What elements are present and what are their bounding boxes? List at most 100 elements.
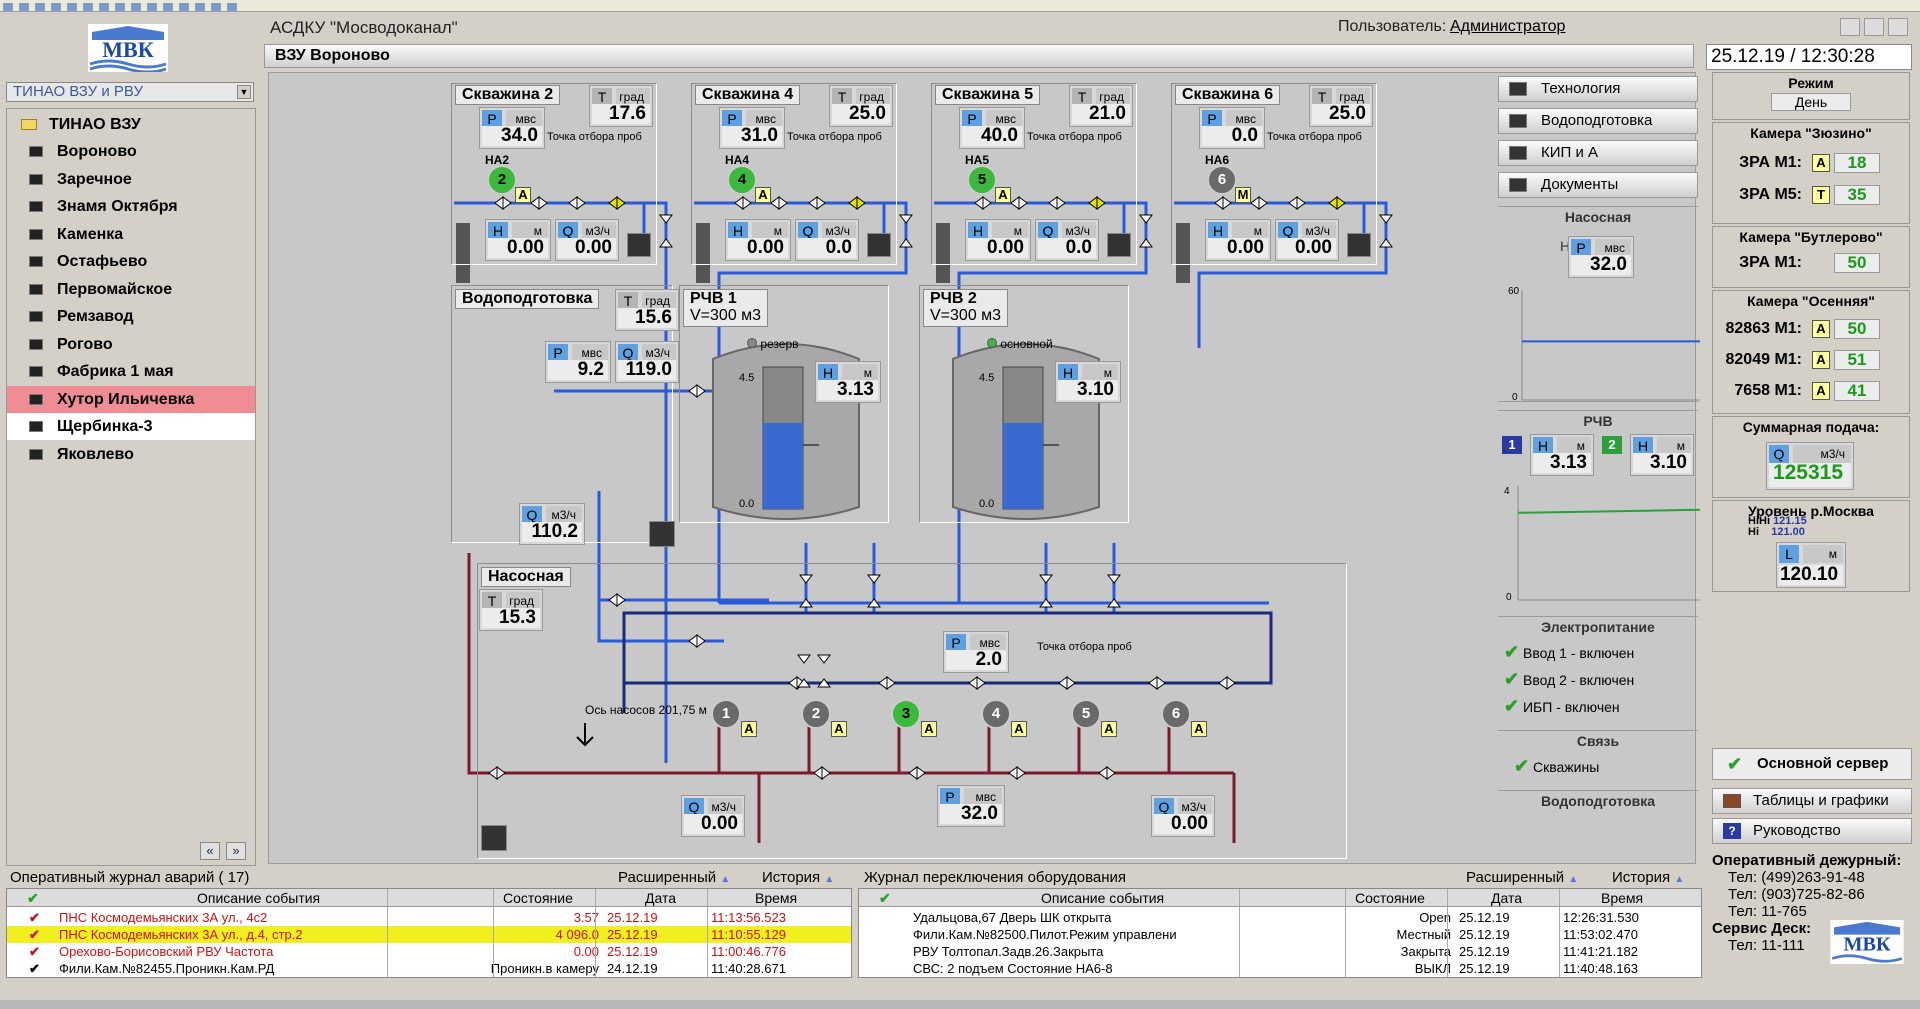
- toolbar-icon[interactable]: [195, 3, 205, 11]
- alarm-row[interactable]: ✔ Фили.Кам.№82455.Проникн.Кам.РД Проникн.в…: [7, 960, 851, 977]
- tank-state-led: [747, 338, 757, 348]
- switch-time: 11:40:48.163: [1563, 961, 1638, 976]
- ps-outlet-pressure: Рмвс 32.0: [937, 785, 1005, 827]
- alarm-row[interactable]: ✔ ПНС Космодемьянских 3А ул., д.4, стр.2 4…: [7, 926, 851, 943]
- switch-row[interactable]: РВУ Толтопал.Задв.26.Закрыта Закрыта 25.12…: [859, 943, 1701, 960]
- mode-value[interactable]: День: [1771, 93, 1851, 111]
- toolbar-icon[interactable]: [19, 3, 29, 11]
- collapse-left-button[interactable]: «: [200, 842, 220, 860]
- user-name-link[interactable]: Администратор: [1450, 18, 1565, 36]
- well-pump[interactable]: 5: [967, 165, 997, 195]
- column-divider: [1559, 889, 1560, 977]
- well-detail-icon[interactable]: [1107, 233, 1131, 257]
- valve-row: 7658 М1: А 41: [1712, 381, 1910, 404]
- toolbar-icon[interactable]: [83, 3, 93, 11]
- tree-item[interactable]: Рогово: [7, 331, 255, 358]
- tree-item[interactable]: Ремзавод: [7, 303, 255, 330]
- switch-journal-extended[interactable]: Расширенный ▲: [1466, 868, 1578, 888]
- maximize-button[interactable]: [1864, 18, 1884, 36]
- station-pump[interactable]: 5: [1071, 699, 1101, 729]
- check-icon: ✔: [1504, 669, 1520, 689]
- station-pump[interactable]: 4: [981, 699, 1011, 729]
- pump-station-title: Насосная: [481, 567, 571, 587]
- well-detail-icon[interactable]: [627, 233, 651, 257]
- switch-journal-history[interactable]: История ▲: [1612, 868, 1684, 888]
- tree-item[interactable]: Заречное: [7, 166, 255, 193]
- alarm-row[interactable]: ✔ Орехово-Борисовский РВУ Частота 0.00 25.1…: [7, 943, 851, 960]
- toolbar-icon[interactable]: [115, 3, 125, 11]
- switch-desc: Удальцова,67 Дверь ШК открыта: [913, 910, 1112, 925]
- tree-item[interactable]: Фабрика 1 мая: [7, 358, 255, 385]
- alarm-journal-extended[interactable]: Расширенный ▲: [618, 868, 730, 888]
- valve-row: ЗРА М5: Т 35: [1712, 185, 1910, 208]
- minimize-button[interactable]: [1840, 18, 1860, 36]
- menu-button[interactable]: КИП и А: [1498, 140, 1698, 166]
- menu-button[interactable]: Документы: [1498, 172, 1698, 198]
- well-detail-icon[interactable]: [1347, 233, 1371, 257]
- toolbar-icon[interactable]: [99, 3, 109, 11]
- tank-level-value: 3.10: [1058, 380, 1118, 400]
- toolbar-icon[interactable]: [211, 3, 221, 11]
- tree-item[interactable]: Щербинка-3: [7, 413, 255, 440]
- tree-item[interactable]: Остафьево: [7, 248, 255, 275]
- well-pump[interactable]: 6: [1207, 165, 1237, 195]
- ps-detail-icon[interactable]: [481, 825, 507, 851]
- valve-name: ЗРА М1:: [1739, 254, 1802, 271]
- alarm-date: 25.12.19: [607, 927, 658, 942]
- alarm-journal-history[interactable]: История ▲: [762, 868, 834, 888]
- station-pump[interactable]: 3: [891, 699, 921, 729]
- toolbar-icon[interactable]: [3, 3, 13, 11]
- toolbar-icon[interactable]: [147, 3, 157, 11]
- well-detail-icon[interactable]: [867, 233, 891, 257]
- monitor-icon: [29, 338, 43, 350]
- tables-charts-button[interactable]: Таблицы и графики: [1712, 788, 1912, 814]
- switch-row[interactable]: Удальцова,67 Дверь ШК открыта Open 25.12.1…: [859, 909, 1701, 926]
- chart2-max-label: 4: [1504, 486, 1510, 497]
- valve-value: 51: [1834, 350, 1880, 370]
- station-pump[interactable]: 1: [711, 699, 741, 729]
- well-pump[interactable]: 2: [487, 165, 517, 195]
- tree-item[interactable]: Знамя Октября: [7, 193, 255, 220]
- switch-row[interactable]: СВС: 2 подъем Состояние НА6-8 ВЫКЛ 25.12.1…: [859, 960, 1701, 977]
- app-title: АСДКУ "Мосводоканал": [270, 18, 458, 37]
- tank-title: РЧВ 1: [690, 290, 737, 307]
- tank-max-label: 4.5: [979, 372, 994, 384]
- toolbar-icon[interactable]: [227, 3, 237, 11]
- toolbar-icon[interactable]: [35, 3, 45, 11]
- check-icon: ✔: [29, 927, 40, 942]
- toolbar-icon[interactable]: [51, 3, 61, 11]
- close-button[interactable]: [1888, 18, 1908, 36]
- well-pump[interactable]: 4: [727, 165, 757, 195]
- chevron-down-icon[interactable]: ▼: [237, 85, 251, 99]
- alarm-row[interactable]: ✔ ПНС Космодемьянских 3А ул., 4с2 3.57 25.1…: [7, 909, 851, 926]
- pump-mode-badge: А: [515, 187, 531, 203]
- toolbar-icon[interactable]: [131, 3, 141, 11]
- ps-flow-right-value: 0.00: [1154, 814, 1212, 834]
- toolbar-icon[interactable]: [179, 3, 189, 11]
- tank-state-led: [987, 338, 997, 348]
- station-pump[interactable]: 6: [1161, 699, 1191, 729]
- well-flow: Qм3/ч 0.0: [795, 219, 859, 261]
- guide-button[interactable]: ? Руководство: [1712, 818, 1912, 844]
- menu-button[interactable]: Технология: [1498, 76, 1698, 102]
- check-icon: ✔: [879, 890, 891, 906]
- tree-root[interactable]: ТИНАО ВЗУ: [7, 111, 255, 138]
- tree-item[interactable]: Хутор Ильичевка: [7, 385, 255, 413]
- pump-mode-badge: А: [831, 721, 847, 737]
- alarm-desc: ПНС Космодемьянских 3А ул., д.4, стр.2: [59, 927, 303, 942]
- pump-mode-badge: А: [1011, 721, 1027, 737]
- wt-detail-icon[interactable]: [649, 521, 675, 547]
- collapse-right-button[interactable]: »: [226, 842, 246, 860]
- region-select[interactable]: ТИНАО ВЗУ и РВУ ▼: [6, 82, 254, 102]
- toolbar-icon[interactable]: [67, 3, 77, 11]
- toolbar-icon[interactable]: [163, 3, 173, 11]
- tree-item[interactable]: Яковлево: [7, 441, 255, 468]
- menu-button[interactable]: Водоподготовка: [1498, 108, 1698, 134]
- tree-item[interactable]: Первомайское: [7, 276, 255, 303]
- station-pump[interactable]: 2: [801, 699, 831, 729]
- tree-item[interactable]: Вороново: [7, 138, 255, 165]
- total-supply-title: Суммарная подача:: [1742, 419, 1880, 435]
- tree-item[interactable]: Каменка: [7, 221, 255, 248]
- switch-row[interactable]: Фили.Кам.№82500.Пилот.Режим управлени Мес…: [859, 926, 1701, 943]
- camera-butlerovo-title: Камера "Бутлерово": [1739, 229, 1883, 245]
